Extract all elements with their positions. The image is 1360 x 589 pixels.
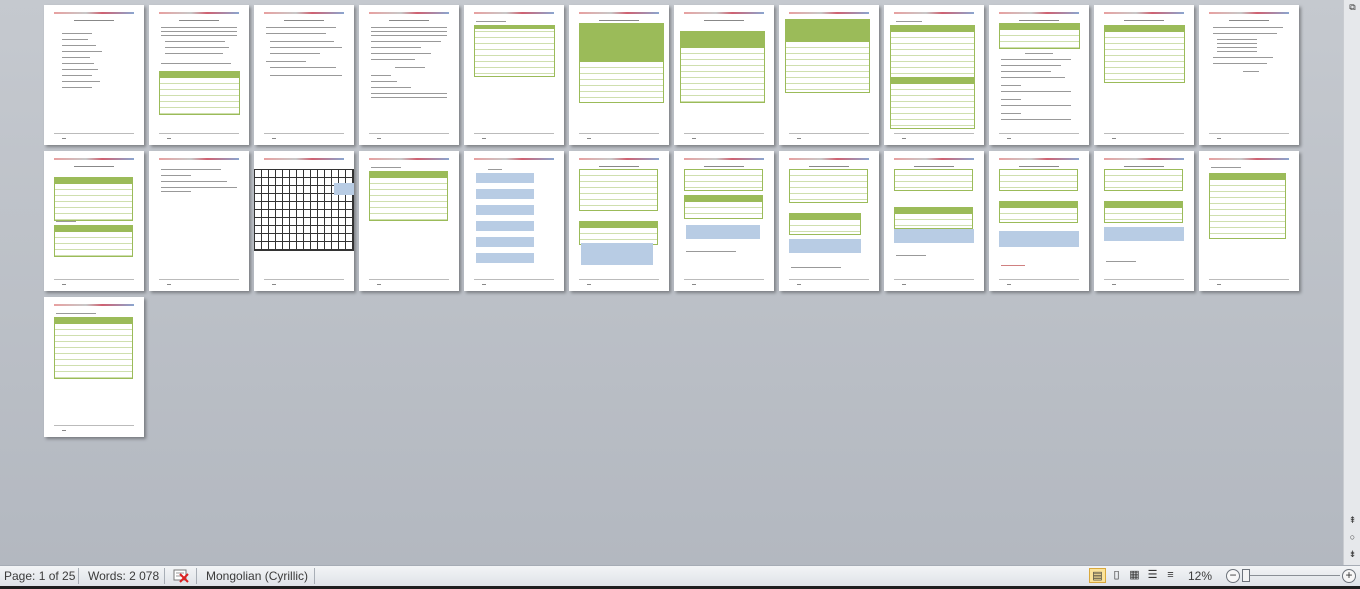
page-thumbnail[interactable] bbox=[1094, 5, 1194, 145]
vertical-scrollbar[interactable]: ⧉ ⇞ ○ ⇟ bbox=[1343, 0, 1360, 565]
page-thumbnail[interactable] bbox=[674, 5, 774, 145]
page-thumbnail[interactable] bbox=[359, 151, 459, 291]
page-thumbnail[interactable] bbox=[254, 5, 354, 145]
page-thumbnail[interactable] bbox=[674, 151, 774, 291]
page-thumbnail[interactable] bbox=[989, 151, 1089, 291]
page-thumbnail[interactable] bbox=[779, 151, 879, 291]
page-thumbnail[interactable] bbox=[149, 151, 249, 291]
page-thumbnail[interactable] bbox=[779, 5, 879, 145]
outline-view-icon[interactable]: ☰ bbox=[1144, 568, 1161, 583]
zoom-in-button[interactable]: + bbox=[1342, 569, 1356, 583]
page-thumbnail[interactable] bbox=[44, 297, 144, 437]
page-count-status[interactable]: Page: 1 of 25 bbox=[4, 569, 75, 583]
page-thumbnail[interactable] bbox=[359, 5, 459, 145]
zoom-slider-track[interactable] bbox=[1244, 575, 1340, 576]
next-page-icon[interactable]: ⇟ bbox=[1346, 548, 1359, 561]
page-thumbnail[interactable] bbox=[44, 151, 144, 291]
language-status[interactable]: Mongolian (Cyrillic) bbox=[206, 569, 308, 583]
page-thumbnail[interactable] bbox=[464, 151, 564, 291]
split-window-icon[interactable]: ⧉ bbox=[1346, 1, 1359, 14]
zoom-slider-thumb[interactable] bbox=[1242, 569, 1250, 582]
page-thumbnail[interactable] bbox=[569, 5, 669, 145]
page-thumbnail[interactable] bbox=[1199, 5, 1299, 145]
page-thumbnail[interactable] bbox=[884, 151, 984, 291]
zoom-level[interactable]: 12% bbox=[1188, 569, 1212, 583]
page-thumbnail[interactable] bbox=[569, 151, 669, 291]
status-bar: Page: 1 of 25 Words: 2 078 Mongolian (Cy… bbox=[0, 565, 1360, 586]
zoom-out-button[interactable]: − bbox=[1226, 569, 1240, 583]
page-thumbnail[interactable] bbox=[1094, 151, 1194, 291]
document-workspace[interactable] bbox=[0, 0, 1343, 565]
browse-object-icon[interactable]: ○ bbox=[1346, 531, 1359, 544]
print-layout-view-icon[interactable]: ▤ bbox=[1089, 568, 1106, 583]
page-thumbnail[interactable] bbox=[1199, 151, 1299, 291]
previous-page-icon[interactable]: ⇞ bbox=[1346, 514, 1359, 527]
page-thumbnail[interactable] bbox=[464, 5, 564, 145]
full-screen-reading-view-icon[interactable]: ▯ bbox=[1108, 568, 1125, 583]
page-thumbnail[interactable] bbox=[989, 5, 1089, 145]
page-thumbnail[interactable] bbox=[254, 151, 354, 291]
page-thumbnail[interactable] bbox=[884, 5, 984, 145]
page-thumbnail[interactable] bbox=[44, 5, 144, 145]
page-thumbnail[interactable] bbox=[149, 5, 249, 145]
draft-view-icon[interactable]: ≡ bbox=[1162, 568, 1179, 583]
web-layout-view-icon[interactable]: ▦ bbox=[1126, 568, 1143, 583]
proofing-error-icon[interactable] bbox=[172, 568, 190, 586]
word-count-status[interactable]: Words: 2 078 bbox=[88, 569, 159, 583]
